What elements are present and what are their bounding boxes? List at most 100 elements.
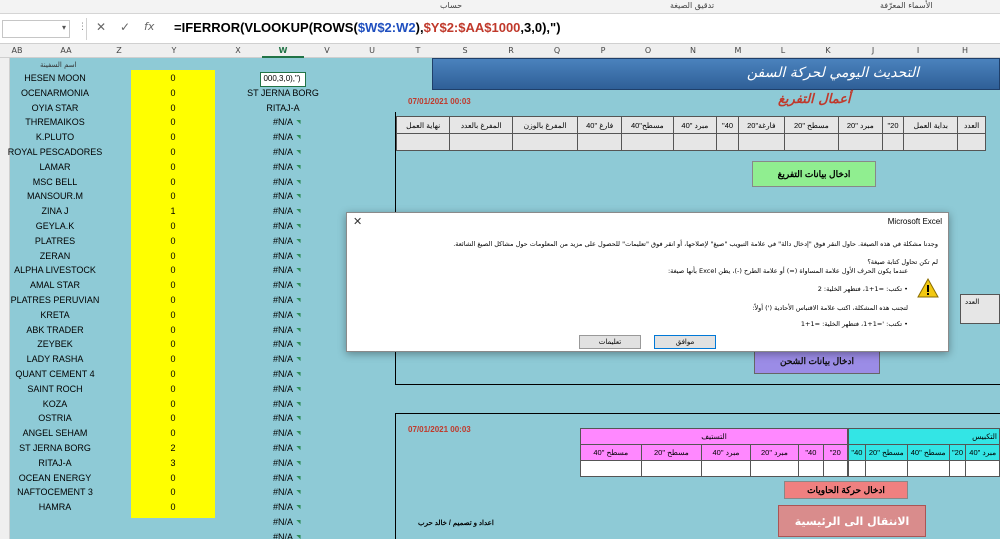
lookup-result-cell[interactable]: #N/A: [244, 473, 322, 483]
column-header[interactable]: O: [645, 46, 651, 55]
table-cell[interactable]: [881, 133, 905, 151]
ok-button[interactable]: موافق: [654, 335, 716, 349]
lookup-result-cell[interactable]: #N/A: [244, 310, 322, 320]
cancel-icon[interactable]: ✕: [96, 20, 106, 34]
lookup-result-cell[interactable]: #N/A: [244, 177, 322, 187]
vessel-count-cell[interactable]: 0: [131, 399, 215, 409]
lookup-result-cell[interactable]: #N/A: [244, 295, 322, 305]
table-cell[interactable]: [395, 133, 451, 151]
vessel-name-cell[interactable]: QUANT CEMENT 4: [0, 369, 110, 379]
lookup-result-cell[interactable]: #N/A: [244, 191, 322, 201]
column-header[interactable]: X: [235, 46, 240, 55]
column-header[interactable]: AB: [12, 46, 23, 55]
close-icon[interactable]: ✕: [353, 215, 362, 228]
table-cell[interactable]: [848, 460, 866, 477]
vessel-name-cell[interactable]: THREMAIKOS: [0, 117, 110, 127]
column-header[interactable]: U: [369, 46, 375, 55]
table-cell[interactable]: [783, 133, 840, 151]
column-header[interactable]: Q: [554, 46, 560, 55]
vessel-name-cell[interactable]: LADY RASHA: [0, 354, 110, 364]
column-header[interactable]: J: [872, 46, 874, 55]
vessel-count-cell[interactable]: 0: [131, 236, 215, 246]
lookup-result-cell[interactable]: #N/A: [244, 236, 322, 246]
lookup-result-cell[interactable]: #N/A: [244, 325, 322, 335]
vessel-name-cell[interactable]: OSTRIA: [0, 413, 110, 423]
vessel-name-cell[interactable]: SAINT ROCH: [0, 384, 110, 394]
vessel-name-cell[interactable]: KOZA: [0, 399, 110, 409]
vessel-name-cell[interactable]: MANSOUR.M: [0, 191, 110, 201]
lookup-result-cell[interactable]: #N/A: [244, 162, 322, 172]
lookup-result-cell[interactable]: #N/A: [244, 339, 322, 349]
vessel-count-cell[interactable]: 0: [131, 265, 215, 275]
lookup-result-cell[interactable]: #N/A: [244, 413, 322, 423]
column-header[interactable]: AA: [60, 46, 71, 55]
vessel-name-cell[interactable]: HESEN MOON: [0, 73, 110, 83]
lookup-result-cell[interactable]: #N/A: [244, 251, 322, 261]
column-header[interactable]: Z: [116, 46, 121, 55]
lookup-result-cell[interactable]: #N/A: [244, 147, 322, 157]
vessel-count-cell[interactable]: 0: [131, 221, 215, 231]
table-cell[interactable]: [903, 133, 959, 151]
column-header[interactable]: S: [462, 46, 467, 55]
table-cell[interactable]: [577, 133, 623, 151]
table-cell[interactable]: [957, 133, 986, 151]
column-header-active[interactable]: W: [279, 46, 288, 55]
table-cell[interactable]: [822, 460, 849, 477]
vessel-count-cell[interactable]: 0: [131, 369, 215, 379]
column-header[interactable]: Y: [172, 46, 177, 55]
name-box[interactable]: ▾: [2, 20, 70, 38]
lookup-result-cell[interactable]: #N/A: [244, 458, 322, 468]
lookup-result-cell[interactable]: #N/A: [244, 354, 322, 364]
lookup-result-cell[interactable]: #N/A: [244, 132, 322, 142]
vessel-name-cell[interactable]: ZINA J: [0, 206, 110, 216]
help-button[interactable]: تعليمات: [579, 335, 641, 349]
vessel-count-cell[interactable]: 0: [131, 88, 215, 98]
table-cell[interactable]: [716, 133, 739, 151]
lookup-result-cell[interactable]: #N/A: [244, 206, 322, 216]
vessel-count-cell[interactable]: 0: [131, 354, 215, 364]
vessel-name-cell[interactable]: ZEYBEK: [0, 339, 110, 349]
lookup-result-cell[interactable]: RITAJ-A: [244, 103, 322, 113]
vessel-name-cell[interactable]: ABK TRADER: [0, 325, 110, 335]
vessel-name-cell[interactable]: HAMRA: [0, 502, 110, 512]
chevron-down-icon[interactable]: ▾: [62, 23, 66, 32]
table-cell[interactable]: [621, 133, 674, 151]
ribbon-label-defined-names[interactable]: الأسماء المعرّفة: [880, 1, 933, 10]
vessel-count-cell[interactable]: 0: [131, 384, 215, 394]
column-header[interactable]: T: [416, 46, 421, 55]
vessel-name-cell[interactable]: KRETA: [0, 310, 110, 320]
go-home-button[interactable]: الانتقال الى الرئيسية: [778, 505, 926, 537]
enter-icon[interactable]: ✓: [120, 20, 130, 34]
vessel-name-cell[interactable]: PLATRES: [0, 236, 110, 246]
table-cell[interactable]: [640, 460, 703, 477]
table-cell[interactable]: [737, 133, 785, 151]
vessel-name-cell[interactable]: MSC BELL: [0, 177, 110, 187]
vessel-name-cell[interactable]: ALPHA LIVESTOCK: [0, 265, 110, 275]
vessel-count-cell[interactable]: 0: [131, 428, 215, 438]
vessel-count-cell[interactable]: 0: [131, 251, 215, 261]
vessel-name-cell[interactable]: ZERAN: [0, 251, 110, 261]
table-cell[interactable]: [449, 133, 513, 151]
vessel-name-cell[interactable]: ANGEL SEHAM: [0, 428, 110, 438]
enter-unloading-data-button[interactable]: ادخال بيانات التفريغ: [752, 161, 876, 187]
lookup-result-cell[interactable]: #N/A: [244, 532, 322, 539]
vessel-name-cell[interactable]: OYIA STAR: [0, 103, 110, 113]
vessel-name-cell[interactable]: GEYLA.K: [0, 221, 110, 231]
column-header[interactable]: N: [690, 46, 696, 55]
lookup-result-cell[interactable]: #N/A: [244, 221, 322, 231]
table-cell[interactable]: [838, 133, 883, 151]
vessel-name-cell[interactable]: OCEAN ENERGY: [0, 473, 110, 483]
vessel-count-cell[interactable]: 3: [131, 458, 215, 468]
lookup-result-cell[interactable]: #N/A: [244, 369, 322, 379]
ribbon-label-calculation[interactable]: حساب: [440, 1, 462, 10]
lookup-result-cell[interactable]: #N/A: [244, 280, 322, 290]
column-header[interactable]: I: [917, 46, 919, 55]
lookup-result-cell[interactable]: #N/A: [244, 384, 322, 394]
table-cell[interactable]: [864, 460, 908, 477]
column-header[interactable]: P: [601, 46, 606, 55]
vessel-name-cell[interactable]: ST JERNA BORG: [0, 443, 110, 453]
table-cell[interactable]: [701, 460, 751, 477]
table-cell[interactable]: [511, 133, 579, 151]
table-cell[interactable]: [906, 460, 950, 477]
vessel-count-cell[interactable]: 0: [131, 177, 215, 187]
